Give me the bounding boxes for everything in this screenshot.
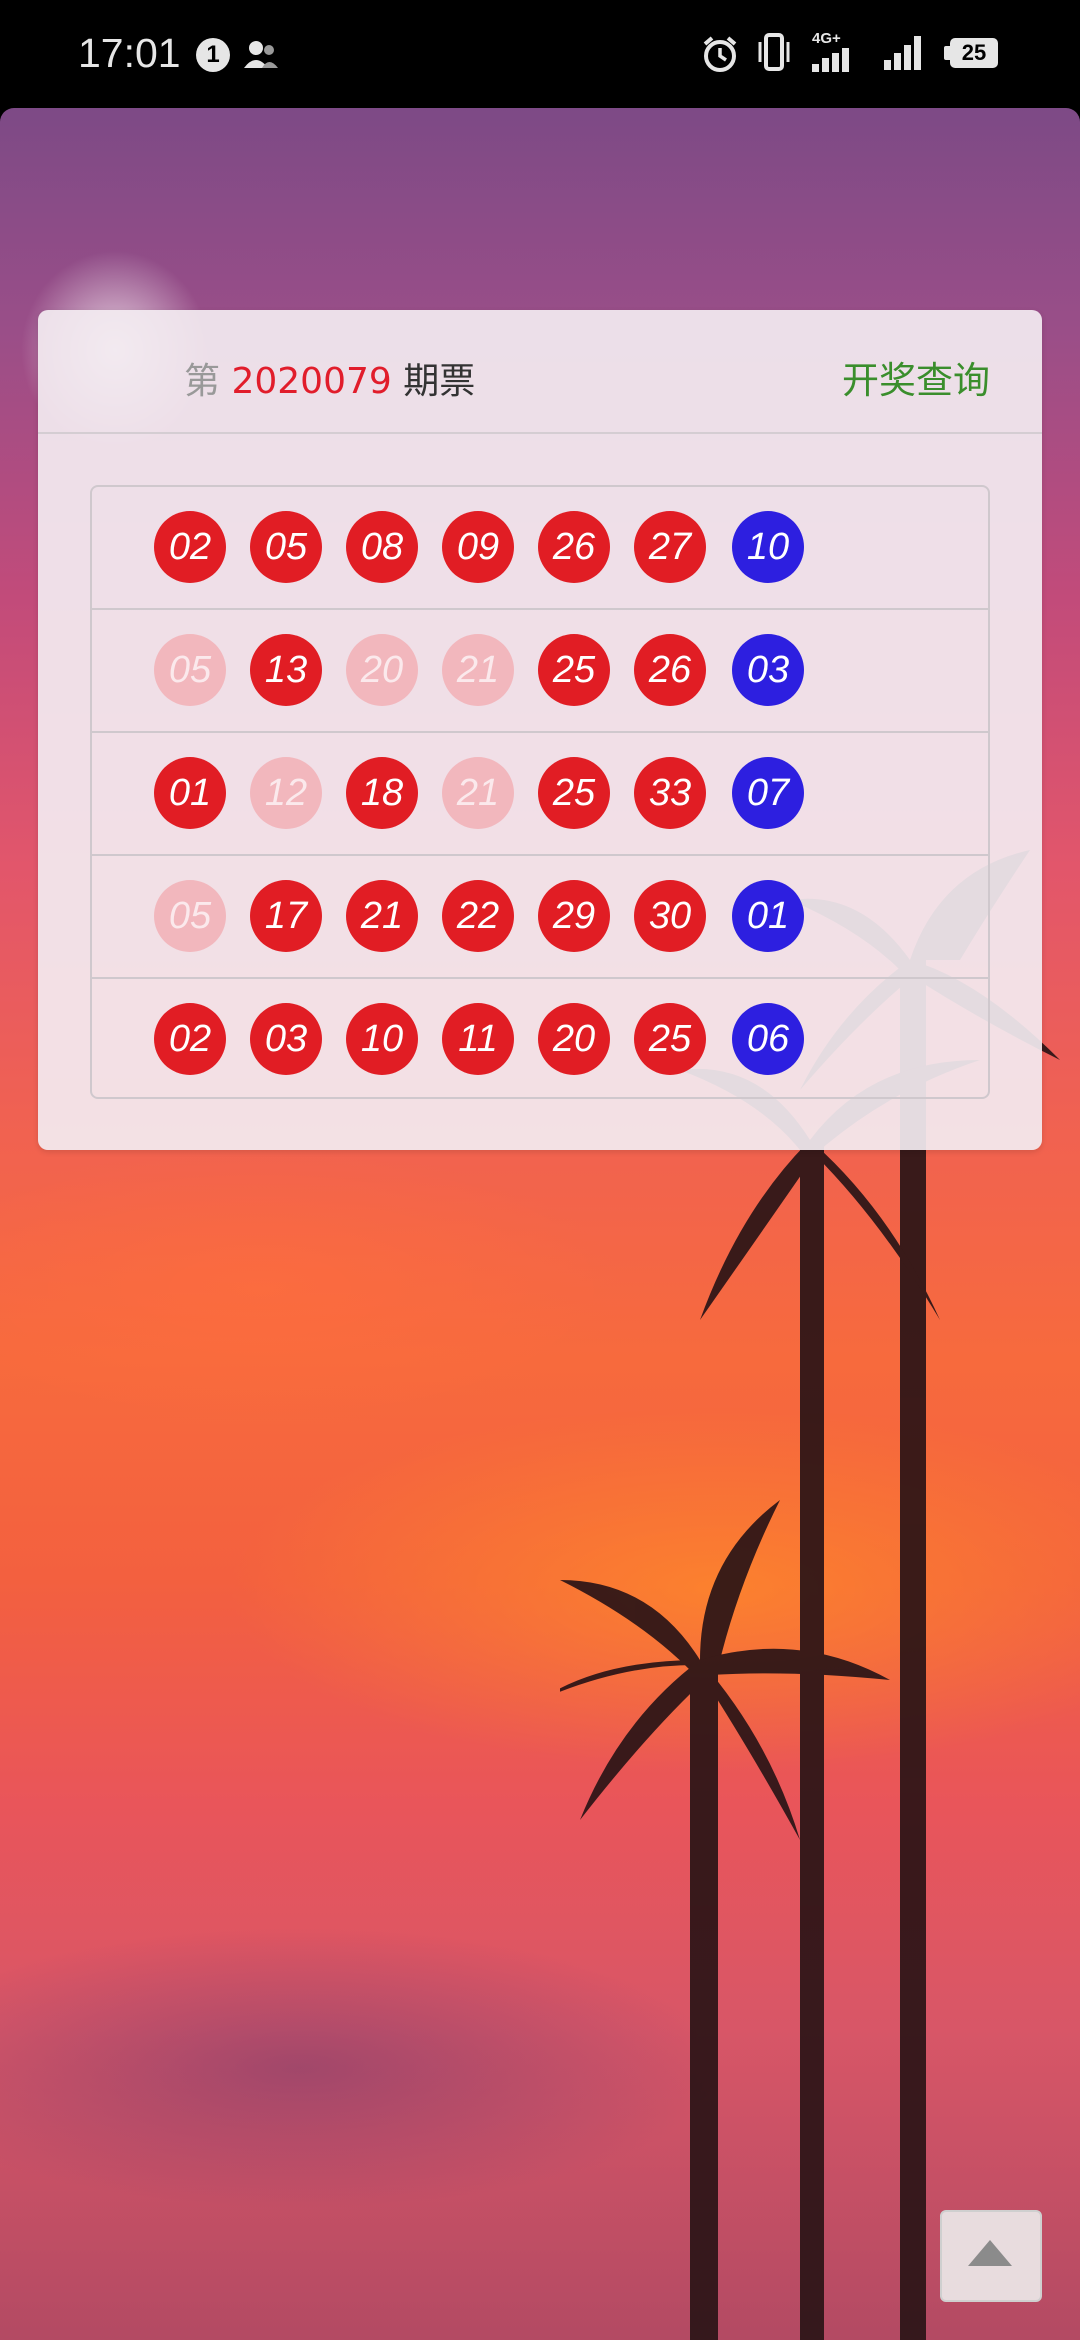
period-title: 第 2020079 期票 bbox=[184, 352, 475, 404]
red-ball: 25 bbox=[634, 1003, 706, 1075]
back-to-top-button[interactable] bbox=[940, 2210, 1042, 2302]
red-ball: 18 bbox=[346, 757, 418, 829]
red-ball: 17 bbox=[250, 880, 322, 952]
blue-ball: 03 bbox=[732, 634, 804, 706]
faded-red-ball: 05 bbox=[154, 634, 226, 706]
red-ball: 13 bbox=[250, 634, 322, 706]
period-number: 2020079 bbox=[231, 361, 392, 402]
period-suffix: 期票 bbox=[403, 361, 476, 402]
signal-strength-icon-2 bbox=[884, 36, 932, 74]
status-bar: 17:01 1 4G+ 25 bbox=[0, 0, 1080, 108]
ticket-row: 01 12 18 21 25 33 07 bbox=[92, 733, 988, 856]
red-ball: 25 bbox=[538, 634, 610, 706]
red-ball: 29 bbox=[538, 880, 610, 952]
signal-strength-icon bbox=[812, 48, 860, 76]
faded-red-ball: 05 bbox=[154, 880, 226, 952]
status-time: 17:01 bbox=[78, 30, 181, 76]
blue-ball: 01 bbox=[732, 880, 804, 952]
faded-red-ball: 12 bbox=[250, 757, 322, 829]
red-ball: 02 bbox=[154, 511, 226, 583]
blue-ball: 10 bbox=[732, 511, 804, 583]
battery-icon: 25 bbox=[950, 38, 998, 68]
blue-ball: 06 bbox=[732, 1003, 804, 1075]
red-ball: 25 bbox=[538, 757, 610, 829]
red-ball: 27 bbox=[634, 511, 706, 583]
red-ball: 02 bbox=[154, 1003, 226, 1075]
red-ball: 08 bbox=[346, 511, 418, 583]
red-ball: 03 bbox=[250, 1003, 322, 1075]
card-header: 第 2020079 期票 开奖查询 bbox=[38, 310, 1042, 434]
notification-count-icon: 1 bbox=[196, 38, 230, 72]
red-ball: 10 bbox=[346, 1003, 418, 1075]
network-type-label: 4G+ bbox=[812, 30, 841, 47]
red-ball: 05 bbox=[250, 511, 322, 583]
draw-results-query-link[interactable]: 开奖查询 bbox=[842, 350, 990, 404]
blue-ball: 07 bbox=[732, 757, 804, 829]
red-ball: 01 bbox=[154, 757, 226, 829]
ticket-row: 05 17 21 22 29 30 01 bbox=[92, 856, 988, 979]
red-ball: 26 bbox=[634, 634, 706, 706]
red-ball: 22 bbox=[442, 880, 514, 952]
faded-red-ball: 20 bbox=[346, 634, 418, 706]
ticket-table: 02 05 08 09 26 27 10 05 13 20 21 25 26 03 01 12 18 21 25 33… bbox=[90, 485, 990, 1099]
triangle-up-icon bbox=[968, 2240, 1012, 2266]
red-ball: 20 bbox=[538, 1003, 610, 1075]
period-prefix: 第 bbox=[184, 361, 221, 402]
ticket-row: 05 13 20 21 25 26 03 bbox=[92, 610, 988, 733]
faded-red-ball: 21 bbox=[442, 757, 514, 829]
red-ball: 11 bbox=[442, 1003, 514, 1075]
red-ball: 33 bbox=[634, 757, 706, 829]
alarm-icon bbox=[700, 34, 740, 78]
red-ball: 09 bbox=[442, 511, 514, 583]
red-ball: 30 bbox=[634, 880, 706, 952]
lottery-ticket-card: 第 2020079 期票 开奖查询 02 05 08 09 26 27 10 05 13 20 21… bbox=[38, 310, 1042, 1150]
ticket-row: 02 05 08 09 26 27 10 bbox=[92, 487, 988, 610]
person-icon bbox=[242, 38, 282, 76]
ticket-row: 02 03 10 11 20 25 06 bbox=[92, 979, 988, 1097]
red-ball: 26 bbox=[538, 511, 610, 583]
faded-red-ball: 21 bbox=[442, 634, 514, 706]
red-ball: 21 bbox=[346, 880, 418, 952]
vibrate-icon bbox=[756, 32, 792, 76]
